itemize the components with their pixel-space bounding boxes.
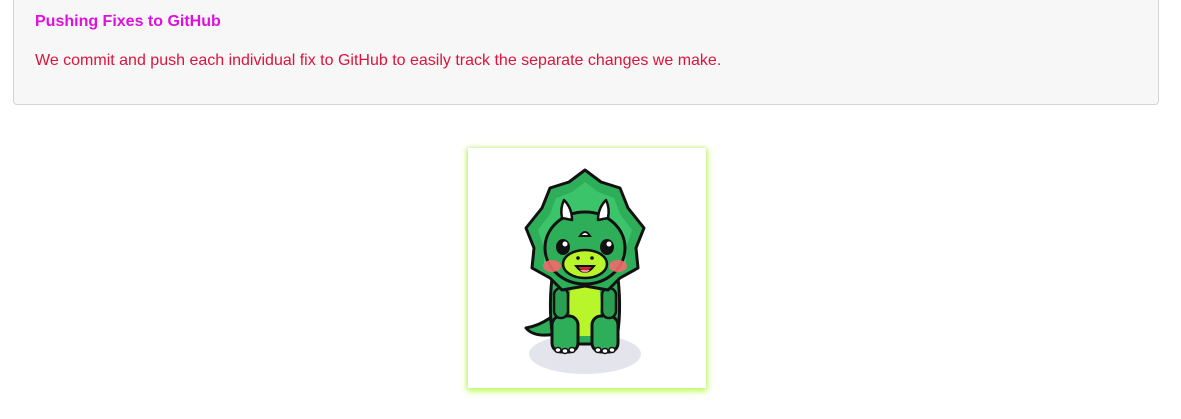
dino-eye-right-shine <box>606 241 612 247</box>
dino-leg-right <box>590 314 620 354</box>
info-card: Pushing Fixes to GitHub We commit and pu… <box>13 0 1159 105</box>
dino-eye-left-shine <box>562 241 568 247</box>
dino-eye-left <box>556 239 570 255</box>
dino-eye-right <box>600 239 614 255</box>
dino-cheek-right <box>609 260 627 272</box>
dino-cheek-left <box>543 260 561 272</box>
dino-arm-left <box>552 286 570 320</box>
dino-nose-horn <box>578 231 592 237</box>
card-body-text: We commit and push each individual fix t… <box>35 52 722 69</box>
card-title: Pushing Fixes to GitHub <box>35 13 221 30</box>
dinosaur-illustration <box>524 168 646 374</box>
dino-arm-right <box>600 286 618 320</box>
dino-snout <box>561 248 609 280</box>
dinosaur-image <box>468 148 706 388</box>
dino-nostril-right <box>590 256 594 260</box>
dino-nostril-left <box>576 256 580 260</box>
page: Pushing Fixes to GitHub We commit and pu… <box>0 0 1181 419</box>
dino-leg-left <box>550 314 580 354</box>
